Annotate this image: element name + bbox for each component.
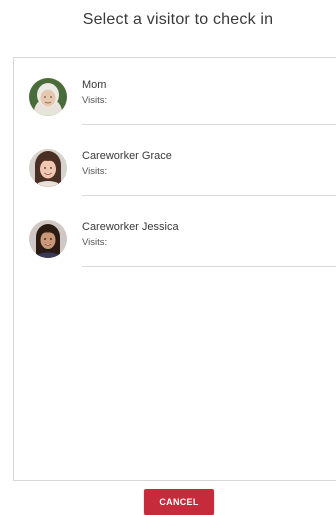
dialog-title: Select a visitor to check in	[82, 11, 274, 28]
visitor-name: Careworker Jessica	[82, 221, 179, 233]
visits-label: Visits:	[82, 237, 108, 248]
visitor-item-careworker-grace[interactable]: Careworker Grace Visits:	[14, 129, 336, 201]
avatar	[29, 149, 67, 187]
avatar	[29, 78, 67, 116]
visits-label: Visits:	[82, 166, 108, 177]
visitor-list: Mom Visits: Careworker Grace Visits: Car…	[13, 57, 336, 481]
visitor-item-careworker-jessica[interactable]: Careworker Jessica Visits:	[14, 200, 336, 272]
visitor-name: Careworker Grace	[82, 150, 172, 162]
avatar	[29, 220, 67, 258]
row-divider	[82, 124, 336, 125]
row-divider	[82, 195, 336, 196]
check-in-dialog: Select a visitor to check in Mom Visits:	[0, 0, 336, 515]
row-divider	[82, 266, 336, 267]
visitor-item-mom[interactable]: Mom Visits:	[14, 58, 336, 130]
visitor-name: Mom	[82, 79, 107, 91]
visits-label: Visits:	[82, 95, 108, 106]
cancel-button[interactable]: CANCEL	[144, 489, 214, 515]
